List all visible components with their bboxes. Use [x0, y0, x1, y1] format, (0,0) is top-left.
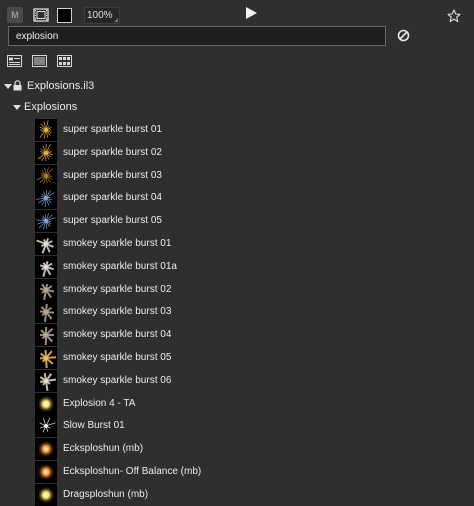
effect-thumbnail: [35, 279, 57, 301]
list-item-label: super sparkle burst 02: [63, 141, 162, 164]
search-input[interactable]: [8, 26, 386, 46]
list-view-icon[interactable]: [32, 55, 47, 70]
list-item-label: Dragsploshun (mb): [63, 483, 148, 506]
folder-name: Explosions: [24, 98, 77, 116]
effect-thumbnail: [35, 438, 57, 460]
list-item-label: smokey sparkle burst 01: [63, 232, 171, 255]
effect-thumbnail: [35, 233, 57, 255]
list-item[interactable]: Dragsploshun (mb): [35, 483, 474, 506]
list-item[interactable]: Ecksploshun- Off Balance (mb): [35, 460, 474, 483]
list-item[interactable]: smokey sparkle burst 02: [35, 278, 474, 301]
film-icon[interactable]: [33, 7, 49, 23]
list-detail-view-icon[interactable]: [7, 55, 22, 70]
list-item[interactable]: super sparkle burst 05: [35, 209, 474, 232]
list-item[interactable]: smokey sparkle burst 01a: [35, 255, 474, 278]
effect-thumbnail: [35, 461, 57, 483]
list-item[interactable]: smokey sparkle burst 03: [35, 300, 474, 323]
list-item-label: smokey sparkle burst 04: [63, 323, 171, 346]
list-item-label: super sparkle burst 04: [63, 186, 162, 209]
effect-thumbnail: [35, 324, 57, 346]
background-color-swatch[interactable]: [57, 8, 72, 23]
list-item[interactable]: Slow Burst 01: [35, 414, 474, 437]
list-item-label: Ecksploshun (mb): [63, 437, 143, 460]
list-item[interactable]: Explosion 4 - TA: [35, 392, 474, 415]
list-item-label: super sparkle burst 01: [63, 118, 162, 141]
play-icon[interactable]: [244, 6, 258, 23]
list-item-label: Explosion 4 - TA: [63, 392, 135, 415]
list-item[interactable]: super sparkle burst 03: [35, 164, 474, 187]
library-row[interactable]: Explosions.il3: [0, 77, 474, 95]
list-item-label: super sparkle burst 05: [63, 209, 162, 232]
list-item[interactable]: super sparkle burst 04: [35, 186, 474, 209]
effect-thumbnail: [35, 301, 57, 323]
list-item[interactable]: smokey sparkle burst 06: [35, 369, 474, 392]
effect-thumbnail: [35, 347, 57, 369]
list-item-label: smokey sparkle burst 03: [63, 300, 171, 323]
list-item[interactable]: smokey sparkle burst 04: [35, 323, 474, 346]
effect-thumbnail: [35, 393, 57, 415]
effect-thumbnail: [35, 484, 57, 506]
list-item[interactable]: smokey sparkle burst 05: [35, 346, 474, 369]
list-item-label: super sparkle burst 03: [63, 164, 162, 187]
effect-thumbnail: [35, 142, 57, 164]
effect-thumbnail: [35, 165, 57, 187]
list-item-label: smokey sparkle burst 01a: [63, 255, 177, 278]
lock-icon: [13, 79, 22, 97]
toolbar: M 100%: [0, 0, 474, 28]
list-item[interactable]: super sparkle burst 02: [35, 141, 474, 164]
grid-view-icon[interactable]: [57, 55, 72, 70]
effect-thumbnail: [35, 119, 57, 141]
list-item[interactable]: super sparkle burst 01: [35, 118, 474, 141]
effect-thumbnail: [35, 415, 57, 437]
list-item-label: smokey sparkle burst 05: [63, 346, 171, 369]
effect-thumbnail: [35, 210, 57, 232]
clear-search-icon[interactable]: [397, 29, 410, 45]
list-item[interactable]: smokey sparkle burst 01: [35, 232, 474, 255]
library-name: Explosions.il3: [27, 77, 94, 95]
resize-corner-icon: [114, 18, 118, 22]
effect-thumbnail: [35, 370, 57, 392]
star-icon[interactable]: [447, 9, 461, 26]
m-button[interactable]: M: [7, 7, 23, 23]
expand-caret-icon[interactable]: [13, 105, 21, 110]
list-item[interactable]: Ecksploshun (mb): [35, 437, 474, 460]
zoom-value: 100%: [87, 10, 113, 21]
list-item-label: smokey sparkle burst 02: [63, 278, 171, 301]
list-item-label: smokey sparkle burst 06: [63, 369, 171, 392]
list-item-label: Ecksploshun- Off Balance (mb): [63, 460, 201, 483]
list-item-label: Slow Burst 01: [63, 414, 125, 437]
effect-thumbnail: [35, 256, 57, 278]
folder-row[interactable]: Explosions: [0, 98, 474, 116]
expand-caret-icon[interactable]: [4, 84, 12, 89]
effect-thumbnail: [35, 187, 57, 209]
zoom-field[interactable]: 100%: [84, 7, 120, 24]
